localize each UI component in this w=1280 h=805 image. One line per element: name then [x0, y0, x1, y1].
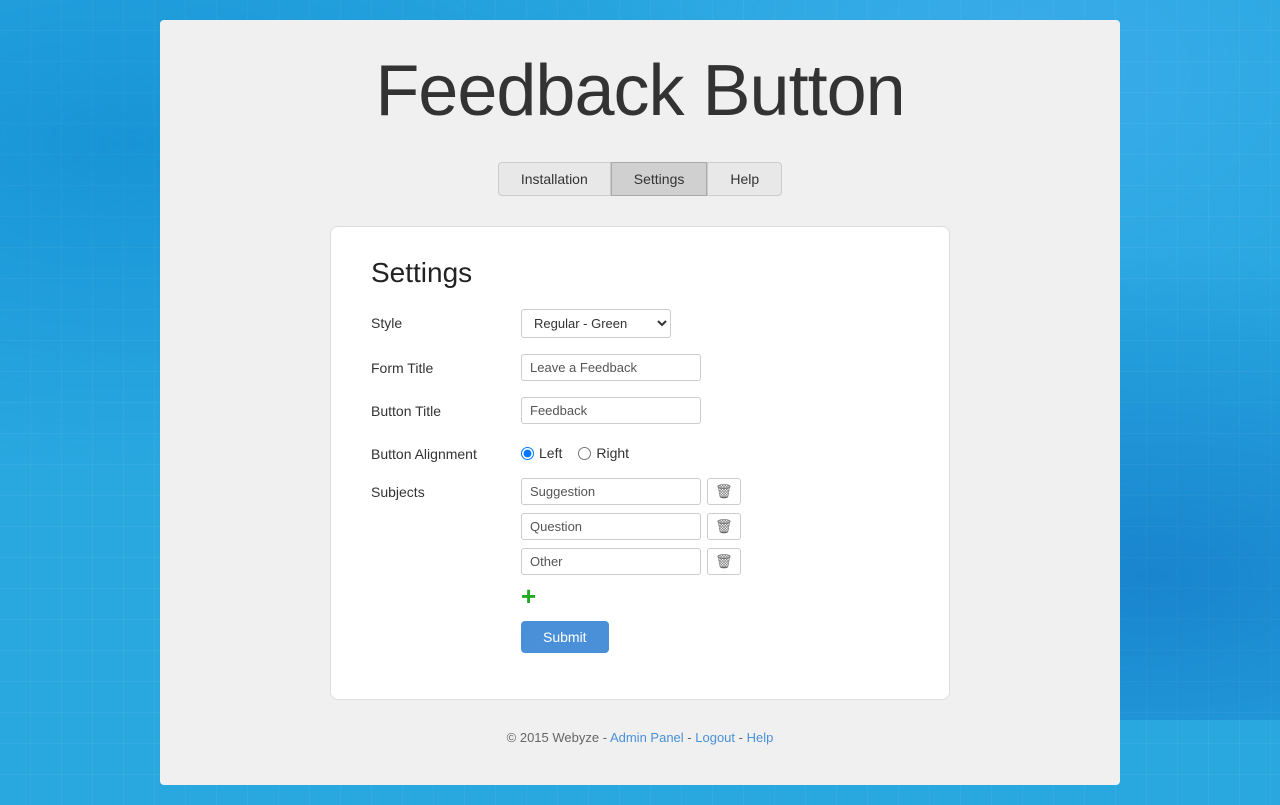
form-title-label: Form Title [371, 354, 521, 376]
footer: © 2015 Webyze - Admin Panel - Logout - H… [507, 730, 774, 745]
trash-icon-1 [715, 483, 733, 500]
delete-subject-1-button[interactable] [707, 478, 741, 505]
style-label: Style [371, 309, 521, 331]
alignment-right-option[interactable]: Right [578, 445, 629, 461]
style-select[interactable]: Regular - Green Regular - Blue Regular -… [521, 309, 671, 338]
form-title-input[interactable] [521, 354, 701, 381]
subjects-container [521, 478, 909, 575]
style-row: Style Regular - Green Regular - Blue Reg… [371, 309, 909, 338]
footer-sep-1: - [687, 730, 695, 745]
footer-logout-link[interactable]: Logout [695, 730, 735, 745]
tab-installation[interactable]: Installation [498, 162, 611, 196]
alignment-control: Left Right [521, 440, 909, 461]
footer-help-link[interactable]: Help [747, 730, 774, 745]
subjects-label: Subjects [371, 478, 521, 500]
footer-admin-panel-link[interactable]: Admin Panel [610, 730, 684, 745]
button-title-control [521, 397, 909, 424]
submit-button[interactable]: Submit [521, 621, 609, 653]
alignment-radio-group: Left Right [521, 440, 909, 461]
delete-subject-2-button[interactable] [707, 513, 741, 540]
form-title-row: Form Title [371, 354, 909, 381]
subject-input-3[interactable] [521, 548, 701, 575]
trash-icon-3 [715, 553, 733, 570]
subjects-control: + Submit [521, 478, 909, 653]
add-subject-button[interactable]: + [521, 579, 536, 613]
subjects-row: Subjects [371, 478, 909, 653]
delete-subject-3-button[interactable] [707, 548, 741, 575]
alignment-left-option[interactable]: Left [521, 445, 562, 461]
nav-tabs: Installation Settings Help [498, 162, 782, 196]
subject-input-2[interactable] [521, 513, 701, 540]
subject-row-1 [521, 478, 909, 505]
alignment-right-label: Right [596, 445, 629, 461]
subject-row-3 [521, 548, 909, 575]
tab-settings[interactable]: Settings [611, 162, 708, 196]
settings-card: Settings Style Regular - Green Regular -… [330, 226, 950, 700]
subject-input-1[interactable] [521, 478, 701, 505]
subject-row-2 [521, 513, 909, 540]
footer-sep-2: - [739, 730, 747, 745]
main-container: Feedback Button Installation Settings He… [160, 20, 1120, 785]
button-title-row: Button Title [371, 397, 909, 424]
style-control: Regular - Green Regular - Blue Regular -… [521, 309, 909, 338]
trash-icon-2 [715, 518, 733, 535]
button-title-input[interactable] [521, 397, 701, 424]
footer-copyright: © 2015 Webyze - [507, 730, 607, 745]
alignment-row: Button Alignment Left Right [371, 440, 909, 462]
form-title-control [521, 354, 909, 381]
alignment-left-radio[interactable] [521, 447, 534, 460]
alignment-label: Button Alignment [371, 440, 521, 462]
alignment-left-label: Left [539, 445, 562, 461]
alignment-right-radio[interactable] [578, 447, 591, 460]
tab-help[interactable]: Help [707, 162, 782, 196]
button-title-label: Button Title [371, 397, 521, 419]
settings-title: Settings [371, 257, 909, 289]
page-title: Feedback Button [375, 50, 904, 132]
